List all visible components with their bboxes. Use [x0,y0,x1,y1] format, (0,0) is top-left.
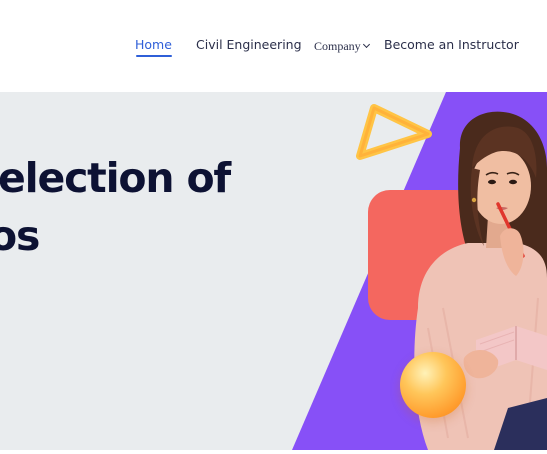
site-header: Home Civil Engineering Company Become an… [0,0,547,92]
nav-become-instructor-link[interactable]: Become an Instructor [384,37,519,52]
bottom-strip [0,450,547,454]
nav-company-dropdown[interactable]: Company [314,39,370,54]
orb-shape [400,352,466,418]
chevron-down-icon [362,40,370,49]
hero-banner: election of os [0,92,547,450]
page: Home Civil Engineering Company Become an… [0,0,547,454]
nav-home-link[interactable]: Home [135,37,172,57]
nav-company-label: Company [314,39,361,53]
nav-civil-engineering-link[interactable]: Civil Engineering [196,37,302,52]
